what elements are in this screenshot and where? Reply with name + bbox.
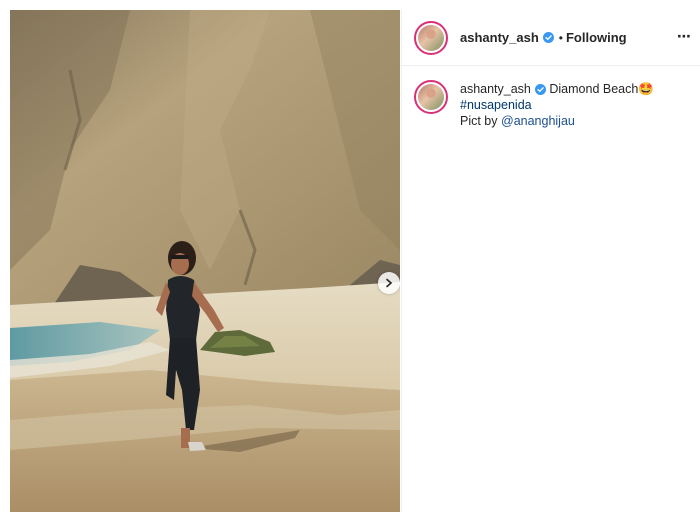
caption-text: ashanty_ash Diamond Beach🤩 #nusapenida P… — [460, 80, 654, 129]
caption-avatar[interactable] — [414, 80, 448, 114]
chevron-right-icon — [386, 278, 393, 288]
hashtag-link[interactable]: #nusapenida — [460, 98, 532, 112]
user-avatar[interactable] — [414, 20, 448, 55]
more-options-icon[interactable]: ⋯ — [677, 28, 692, 45]
separator-dot: • — [558, 30, 563, 45]
post-side-panel: ashanty_ash • Following ⋯ ashanty_ash Di… — [401, 10, 700, 512]
post-header: ashanty_ash • Following ⋯ — [402, 10, 700, 66]
credit-prefix: Pict by — [460, 114, 498, 128]
mention-link[interactable]: @ananghijau — [501, 114, 575, 128]
post-image-frame[interactable] — [10, 10, 400, 512]
following-button[interactable]: Following — [566, 30, 627, 45]
star-struck-emoji: 🤩 — [638, 82, 654, 96]
header-username[interactable]: ashanty_ash — [460, 30, 539, 45]
verified-badge-icon — [542, 32, 554, 43]
next-image-button[interactable] — [378, 272, 400, 294]
caption-body: Diamond Beach — [549, 82, 639, 96]
post-photo — [10, 10, 400, 512]
caption-block: ashanty_ash Diamond Beach🤩 #nusapenida P… — [402, 66, 700, 129]
verified-badge-icon — [534, 84, 546, 96]
caption-username[interactable]: ashanty_ash — [460, 82, 531, 96]
